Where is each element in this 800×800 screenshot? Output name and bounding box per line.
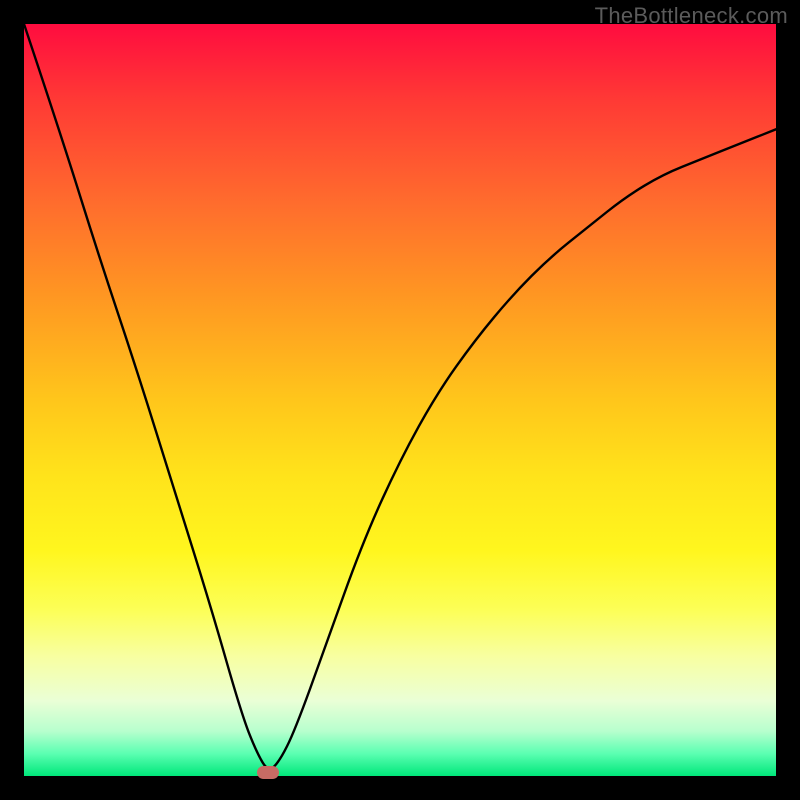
bottleneck-curve xyxy=(24,24,776,776)
minimum-marker xyxy=(257,766,279,779)
plot-area xyxy=(24,24,776,776)
chart-frame: TheBottleneck.com xyxy=(0,0,800,800)
